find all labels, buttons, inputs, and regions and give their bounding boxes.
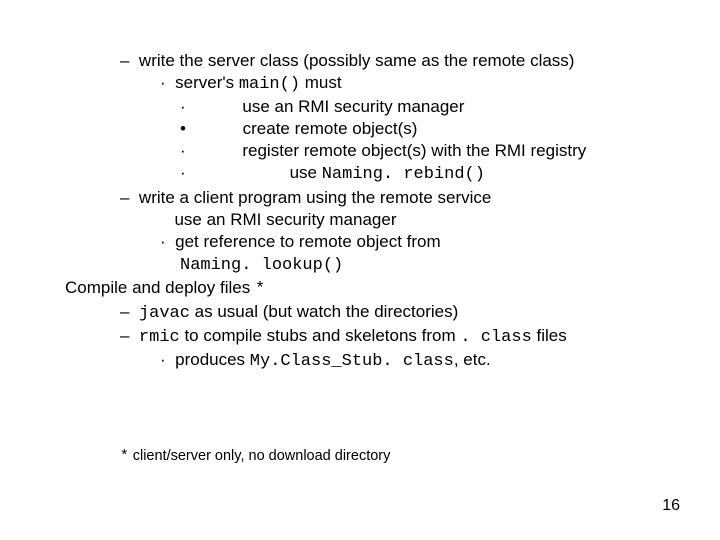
dash-icon: – (120, 325, 129, 347)
text: write a client program using the remote … (139, 188, 491, 207)
asterisk-icon: * (120, 449, 129, 465)
text: must (300, 73, 342, 92)
bullet-use-security-mgr-server: · use an RMI security manager (65, 96, 670, 118)
bullet-write-client: – write a client program using the remot… (65, 187, 670, 209)
text: , etc. (454, 350, 491, 369)
text: get reference to remote object from (175, 232, 441, 251)
asterisk-icon: * (255, 280, 265, 299)
code-dot-class: . class (460, 328, 531, 347)
footnote-text: client/server only, no download director… (129, 448, 391, 464)
bullet-use-security-mgr-client: use an RMI security manager (65, 209, 670, 231)
page-number: 16 (662, 497, 680, 515)
heading-compile-deploy: Compile and deploy files * (65, 277, 670, 301)
code-stub-class: My.Class_Stub. class (250, 352, 454, 371)
dot-icon: · (160, 349, 166, 371)
bullet-use-naming-rebind: · use Naming. rebind() (65, 162, 670, 186)
code-naming-lookup-line: Naming. lookup() (65, 253, 670, 277)
slide: – write the server class (possibly same … (0, 0, 720, 540)
dash-icon: – (120, 187, 129, 209)
bullet-server-main: · server's main() must (65, 72, 670, 96)
bullet-write-server: – write the server class (possibly same … (65, 50, 670, 72)
text: produces (175, 350, 250, 369)
text: files (532, 326, 567, 345)
text: use (290, 163, 322, 182)
dot-icon: · (160, 231, 166, 253)
dot-icon: · (180, 162, 186, 184)
text: Compile and deploy files (65, 278, 255, 297)
dot-icon: · (180, 96, 186, 118)
text: as usual (but watch the directories) (190, 302, 458, 321)
dash-icon: – (120, 50, 129, 72)
bullet-produces-stub: · produces My.Class_Stub. class, etc. (65, 349, 670, 373)
bullet-rmic: – rmic to compile stubs and skeletons fr… (65, 325, 670, 349)
bullet-register-remote-objects: · register remote object(s) with the RMI… (65, 140, 670, 162)
code-naming-lookup: Naming. lookup() (180, 256, 343, 275)
text: to compile stubs and skeletons from (180, 326, 461, 345)
text: create remote object(s) (243, 119, 418, 138)
code-rmic: rmic (139, 328, 180, 347)
code-naming-rebind: Naming. rebind() (322, 165, 485, 184)
bullet-icon: • (180, 118, 186, 140)
bullet-javac: – javac as usual (but watch the director… (65, 301, 670, 325)
bullet-create-remote-objects: • create remote object(s) (65, 118, 670, 140)
text: register remote object(s) with the RMI r… (242, 141, 586, 160)
text: use an RMI security manager (174, 210, 396, 229)
bullet-get-reference: · get reference to remote object from (65, 231, 670, 253)
code-javac: javac (139, 304, 190, 323)
text: use an RMI security manager (242, 97, 464, 116)
text: server's (175, 73, 239, 92)
footnote: * client/server only, no download direct… (120, 448, 390, 465)
code-main: main() (239, 75, 300, 94)
text: write the server class (possibly same as… (139, 51, 575, 70)
dot-icon: · (180, 140, 186, 162)
dot-icon: · (160, 72, 166, 94)
dash-icon: – (120, 301, 129, 323)
